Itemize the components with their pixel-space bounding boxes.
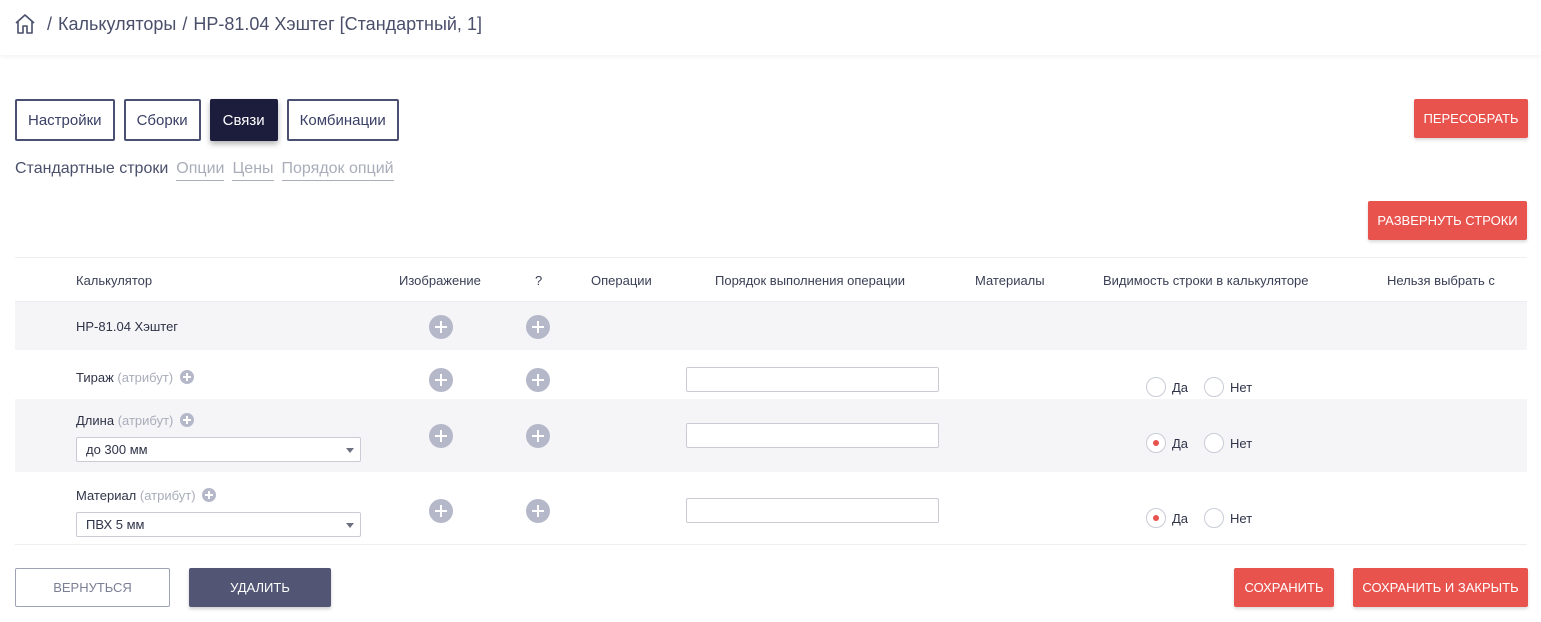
page-header: / Калькуляторы / HP-81.04 Хэштег [Станда… (0, 0, 1541, 55)
visibility-yes-radio[interactable] (1146, 508, 1166, 528)
column-header-image: Изображение (399, 273, 481, 288)
visibility-yes-label: Да (1172, 510, 1189, 526)
tab-assemblies[interactable]: Сборки (123, 99, 201, 141)
save-button[interactable]: СОХРАНИТЬ (1234, 568, 1334, 607)
add-help-plus-icon[interactable] (526, 424, 550, 448)
column-header-materials: Материалы (975, 273, 1045, 288)
select-value: ПВХ 5 мм (86, 517, 145, 532)
material-select[interactable]: ПВХ 5 мм (76, 512, 361, 537)
row-label: Материал (атрибут) (76, 488, 217, 503)
visibility-radio-group: Да Нет (1146, 508, 1268, 528)
breadcrumb-calculators-link[interactable]: Калькуляторы (58, 14, 176, 35)
visibility-no-label: Нет (1230, 435, 1253, 451)
visibility-no-label: Нет (1230, 510, 1253, 526)
subtab-standard-rows[interactable]: Стандартные строки (15, 160, 168, 181)
add-attribute-plus-icon[interactable] (179, 413, 194, 427)
main-tabs: Настройки Сборки Связи Комбинации (15, 99, 399, 141)
chevron-down-icon (346, 448, 354, 453)
visibility-radio-group: Да Нет (1146, 377, 1268, 397)
calculator-name: HP-81.04 Хэштег (76, 319, 179, 334)
visibility-no-radio[interactable] (1204, 433, 1225, 453)
attribute-tag: (атрибут) (139, 488, 196, 503)
add-image-plus-icon[interactable] (429, 424, 453, 448)
row-label: Длина (атрибут) (76, 413, 194, 428)
tab-settings[interactable]: Настройки (15, 99, 115, 141)
expand-rows-button[interactable]: РАЗВЕРНУТЬ СТРОКИ (1368, 201, 1527, 240)
breadcrumb-separator: / (182, 13, 188, 34)
add-image-plus-icon[interactable] (429, 368, 453, 392)
row-name: Материал (76, 488, 137, 503)
table-row: HP-81.04 Хэштег (15, 302, 1527, 350)
delete-button[interactable]: УДАЛИТЬ (189, 568, 331, 607)
column-header-cannot-select-with: Нельзя выбрать с (1387, 273, 1495, 288)
sub-tabs: Стандартные строки Опции Цены Порядок оп… (15, 160, 394, 181)
add-image-plus-icon[interactable] (429, 499, 453, 523)
table-row: Материал (атрибут) ПВХ 5 мм Да Нет (15, 472, 1527, 545)
table-header: Калькулятор Изображение ? Операции Поряд… (15, 257, 1527, 302)
column-header-visibility: Видимость строки в калькуляторе (1103, 273, 1309, 288)
subtab-prices[interactable]: Цены (232, 160, 274, 181)
visibility-no-label: Нет (1230, 379, 1253, 395)
row-name: Длина (76, 413, 115, 428)
attribute-tag: (атрибут) (117, 370, 174, 385)
subtab-options[interactable]: Опции (176, 160, 225, 181)
table-row: Тираж (атрибут) Да Нет (15, 350, 1527, 399)
row-name: Тираж (76, 370, 114, 385)
attribute-tag: (атрибут) (117, 413, 174, 428)
column-header-help: ? (535, 273, 543, 288)
subtab-options-order[interactable]: Порядок опций (281, 160, 394, 181)
links-table: Калькулятор Изображение ? Операции Поряд… (15, 257, 1527, 545)
add-attribute-plus-icon[interactable] (202, 488, 217, 502)
rebuild-button[interactable]: ПЕРЕСОБРАТЬ (1414, 99, 1528, 138)
column-header-operations: Операции (591, 273, 652, 288)
tab-combinations[interactable]: Комбинации (286, 99, 399, 141)
visibility-no-radio[interactable] (1204, 508, 1225, 528)
chevron-down-icon (346, 523, 354, 528)
add-help-plus-icon[interactable] (526, 368, 550, 392)
visibility-yes-radio[interactable] (1146, 377, 1166, 397)
row-label: Тираж (атрибут) (76, 370, 194, 385)
add-help-plus-icon[interactable] (526, 315, 550, 339)
column-header-operation-order: Порядок выполнения операции (715, 273, 906, 288)
visibility-no-radio[interactable] (1204, 377, 1225, 397)
operation-order-input[interactable] (686, 498, 939, 523)
visibility-yes-label: Да (1172, 435, 1189, 451)
home-icon[interactable] (13, 12, 37, 36)
save-and-close-button[interactable]: СОХРАНИТЬ И ЗАКРЫТЬ (1353, 568, 1528, 607)
add-help-plus-icon[interactable] (526, 499, 550, 523)
add-attribute-plus-icon[interactable] (179, 370, 194, 384)
length-select[interactable]: до 300 мм (76, 437, 361, 462)
operation-order-input[interactable] (686, 423, 939, 448)
breadcrumb: / Калькуляторы / HP-81.04 Хэштег [Станда… (13, 12, 482, 36)
add-image-plus-icon[interactable] (429, 315, 453, 339)
breadcrumb-current: HP-81.04 Хэштег [Стандартный, 1] (193, 13, 482, 34)
visibility-radio-group: Да Нет (1146, 433, 1268, 453)
operation-order-input[interactable] (686, 367, 939, 392)
back-button[interactable]: ВЕРНУТЬСЯ (15, 568, 170, 607)
visibility-yes-radio[interactable] (1146, 433, 1166, 453)
select-value: до 300 мм (86, 442, 148, 457)
column-header-calculator: Калькулятор (76, 273, 153, 288)
visibility-yes-label: Да (1172, 379, 1189, 395)
breadcrumb-separator: / (47, 13, 53, 34)
table-row: Длина (атрибут) до 300 мм Да Нет (15, 399, 1527, 472)
tab-links[interactable]: Связи (209, 99, 278, 141)
